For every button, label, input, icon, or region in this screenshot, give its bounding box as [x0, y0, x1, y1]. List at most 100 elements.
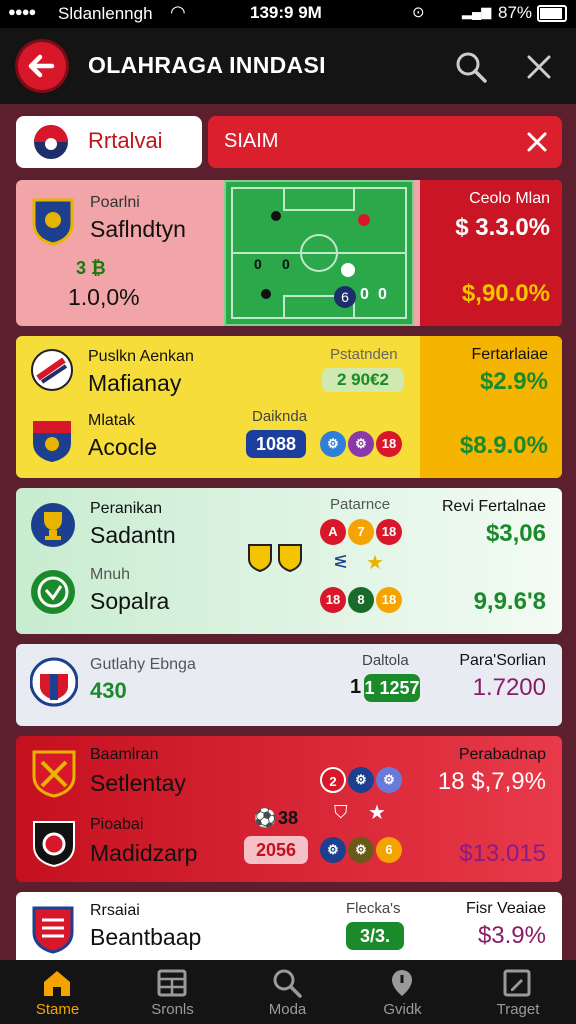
match-card-4[interactable]: Gutlahy Ebnga 430 Daltola 1 1 1257 Para'… [16, 644, 562, 726]
star-icon: ★ [366, 552, 384, 574]
team-crest-icon [32, 906, 74, 954]
nav-item-search[interactable]: Moda [230, 960, 345, 1024]
close-icon[interactable] [524, 52, 554, 82]
odds-value[interactable]: 18 $,7,9% [406, 768, 546, 796]
league-logo-icon [34, 125, 68, 159]
page-title: OLAHRAGA INNDASI [88, 52, 326, 78]
home-icon [44, 971, 70, 996]
filter-search-value: SIAIM [224, 130, 279, 152]
score-prefix: 1 [350, 676, 362, 698]
nav-label: Moda [268, 1001, 307, 1018]
score-title: Patarnce [330, 496, 391, 513]
nav-label: Traget [496, 1001, 540, 1018]
team-name: Sopalra [90, 588, 170, 614]
odds-value: $,90.0% [461, 280, 550, 307]
nav-item-scores[interactable]: Sronls [115, 960, 230, 1024]
team-sub: Baamlran [90, 746, 159, 763]
stat-dot: A [320, 519, 346, 545]
search-icon[interactable] [454, 50, 488, 84]
stat-dot: 6 [376, 837, 402, 863]
team-crest-icon [33, 821, 75, 868]
clear-icon[interactable] [526, 131, 548, 153]
shield-icon: ⛉ [334, 802, 348, 822]
score-badge: 2056 [244, 836, 308, 864]
app-header: OLAHRAGA INNDASI [0, 28, 576, 104]
odds-value[interactable]: 1.7200 [416, 674, 546, 702]
odds-panel[interactable]: Fertarlaiae $2.9% $8.9.0% [420, 336, 562, 478]
pitch-label: 0 [378, 286, 387, 303]
league-name: Poarlni [90, 194, 140, 211]
mini-stat: 3 ₿ [76, 258, 106, 278]
team-crest-icon [33, 421, 71, 462]
league-chip[interactable]: Rrtalvai [16, 116, 202, 168]
match-card-2[interactable]: Puslkn Aenkan Mafianay Mlatak Acocle Pst… [16, 336, 562, 478]
team-sub: Puslkn Aenkan [88, 348, 194, 365]
odds-title: Perabadnap [458, 746, 546, 763]
team-name: Setlentay [90, 770, 186, 796]
odds-value[interactable]: $3.9% [416, 922, 546, 950]
stat-dot: ⚙ [320, 431, 346, 457]
ball-icon: ⚽ [254, 808, 277, 828]
odds-title: Fisr Veaiae [465, 900, 546, 917]
score-badge: 3/3. [346, 922, 404, 950]
filter-search-input[interactable]: SIAIM [208, 116, 562, 168]
odds-value: $8.9.0% [459, 432, 548, 459]
match-card-1[interactable]: Poarlni Saflndtyn 3 ₿ 1.0,0% 0 0 6 0 0 C… [16, 180, 562, 326]
pitch-label: 6 [334, 286, 356, 308]
nav-label: Stame [35, 1001, 80, 1018]
match-card-5[interactable]: Baamlran Setlentay Pioabai Madidzarp ⚽ 3… [16, 736, 562, 882]
stat-dot: 18 [320, 587, 346, 613]
odds-value[interactable]: 9,9.6'8 [396, 588, 546, 616]
team-name: Mafianay [88, 370, 182, 396]
team-sub: Gutlahy Ebnga [90, 656, 196, 673]
nav-item-home[interactable]: Stame [0, 960, 115, 1024]
team-crest-icon [30, 657, 78, 707]
edit-icon [503, 969, 531, 997]
match-card-6[interactable]: Rrsaiai Beantbaap Flecka's 3/3. Fisr Vea… [16, 892, 562, 962]
clock: 139:9 9M [250, 3, 322, 22]
match-value: 430 [90, 678, 127, 703]
score-title: Flecka's [346, 900, 401, 917]
odds-title: Revi Fertalnae [441, 498, 546, 515]
odds-panel[interactable]: Ceolo Mlan $ 3.3.0% $,90.0% [420, 180, 562, 326]
team-crest-icon [32, 198, 74, 246]
match-card-3[interactable]: Peranikan Sadantn Mnuh Sopalra Patarnce … [16, 488, 562, 634]
battery-percent: 87% [498, 3, 533, 22]
team-sub: Mlatak [88, 412, 136, 429]
match-value: 1.0,0% [68, 284, 140, 310]
stat-dot: 8 [348, 587, 374, 613]
odds-title: Para'Sorlian [459, 652, 546, 669]
mini-stat: 38 [278, 808, 299, 828]
team-name: Acocle [88, 434, 158, 460]
swap-icon: ᓬ [334, 552, 348, 572]
stat-title: Daiknda [252, 408, 308, 425]
pitch-graphic: 0 0 6 0 0 [224, 180, 414, 326]
team-crest-icon [31, 349, 73, 391]
bottom-nav: Stame Sronls Moda Gvidk Traget [0, 960, 576, 1024]
odds-value[interactable]: $3,06 [396, 520, 546, 548]
cellular-icon: ▂▄▆ [462, 4, 492, 19]
wifi-icon: ◠ [170, 2, 186, 22]
odds-title: Fertarlaiae [471, 346, 548, 363]
pin-icon [392, 970, 412, 996]
stat-dot: 7 [348, 519, 374, 545]
battery-icon [537, 5, 567, 22]
signal-dots-icon: ●●●● [8, 4, 36, 19]
nav-item-target[interactable]: Traget [460, 960, 576, 1024]
status-bar: ●●●● Sldanlenngh ◠ 139:9 9M ⊙ ▂▄▆ 87% [0, 0, 576, 28]
odds-title: Ceolo Mlan [469, 190, 550, 207]
scoreboard-icon [157, 969, 187, 997]
score-title: Pstatnden [330, 346, 398, 363]
back-button[interactable] [18, 42, 66, 90]
team-shields-icon [248, 544, 302, 572]
nav-item-guide[interactable]: Gvidk [345, 960, 460, 1024]
team-crest-icon [32, 750, 76, 798]
odds-value[interactable]: $13.015 [406, 840, 546, 868]
stat-badge: 1088 [246, 430, 306, 458]
pitch-label: 0 [282, 256, 290, 272]
team-name: Madidzarp [90, 840, 198, 866]
team-name: Sadantn [90, 522, 176, 548]
team-sub: Pioabai [90, 816, 144, 833]
team-sub: Rrsaiai [90, 902, 140, 919]
team-sub: Mnuh [90, 566, 131, 583]
